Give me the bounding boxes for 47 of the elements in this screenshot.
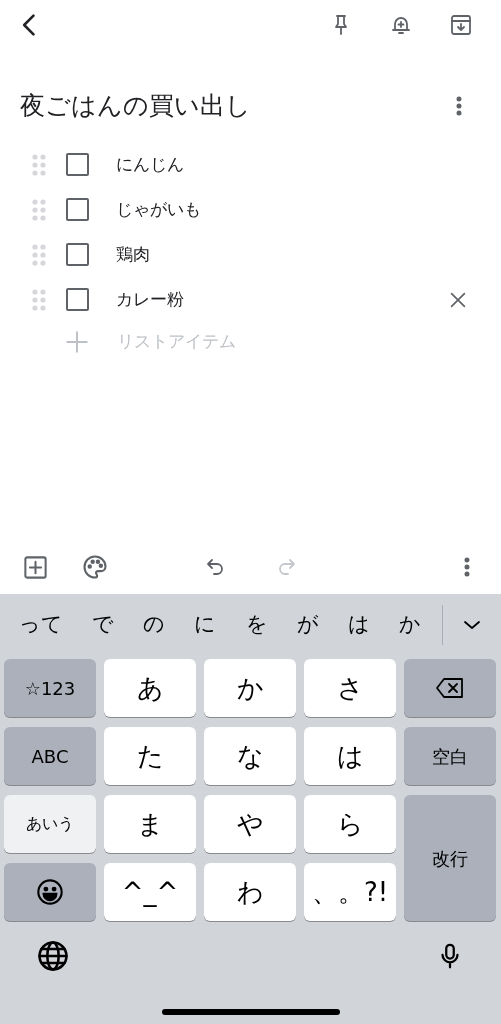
- smiley-icon: [36, 878, 64, 906]
- drag-handle-icon[interactable]: [31, 287, 47, 312]
- mode-key[interactable]: ☆123: [4, 659, 96, 717]
- suggestion[interactable]: って: [18, 609, 63, 641]
- list-item-text[interactable]: 鶏肉: [116, 241, 469, 268]
- checkbox[interactable]: [66, 243, 89, 266]
- key[interactable]: さ: [304, 659, 396, 717]
- emoji-key[interactable]: [4, 863, 96, 921]
- key[interactable]: 、。?!: [304, 863, 396, 921]
- suggestion[interactable]: の: [143, 609, 166, 641]
- list-item-text[interactable]: じゃがいも: [116, 196, 469, 223]
- add-box-icon[interactable]: [22, 553, 49, 581]
- checkbox[interactable]: [66, 153, 89, 176]
- mode-key[interactable]: ABC: [4, 727, 96, 785]
- key[interactable]: わ: [204, 863, 296, 921]
- checkbox[interactable]: [66, 288, 89, 311]
- suggestion[interactable]: に: [194, 609, 217, 641]
- key[interactable]: な: [204, 727, 296, 785]
- return-key[interactable]: 改行: [404, 795, 496, 921]
- key[interactable]: ^_^: [104, 863, 196, 921]
- suggestion[interactable]: か: [399, 609, 422, 641]
- list-item-text[interactable]: にんじん: [116, 151, 469, 178]
- key[interactable]: は: [304, 727, 396, 785]
- list-item-text[interactable]: カレー粉: [116, 286, 447, 313]
- drag-handle-icon[interactable]: [31, 152, 47, 177]
- key[interactable]: あ: [104, 659, 196, 717]
- archive-icon[interactable]: [449, 13, 473, 37]
- backspace-icon: [435, 676, 465, 700]
- suggestion[interactable]: が: [296, 609, 319, 641]
- key[interactable]: か: [204, 659, 296, 717]
- key[interactable]: や: [204, 795, 296, 853]
- globe-icon[interactable]: [36, 939, 70, 973]
- suggestion[interactable]: を: [245, 609, 268, 641]
- key[interactable]: ま: [104, 795, 196, 853]
- key[interactable]: た: [104, 727, 196, 785]
- note-title[interactable]: 夜ごはんの買い出し: [20, 87, 447, 125]
- suggestion[interactable]: で: [91, 609, 114, 641]
- checkbox[interactable]: [66, 198, 89, 221]
- drag-handle-icon[interactable]: [31, 197, 47, 222]
- key[interactable]: ら: [304, 795, 396, 853]
- mode-key[interactable]: あいう: [4, 795, 96, 853]
- drag-handle-icon[interactable]: [31, 242, 47, 267]
- backspace-key[interactable]: [404, 659, 496, 717]
- palette-icon[interactable]: [81, 553, 109, 581]
- list-item-field[interactable]: リストアイテム: [117, 329, 501, 355]
- suggestion[interactable]: は: [348, 609, 371, 641]
- space-key[interactable]: 空白: [404, 727, 496, 785]
